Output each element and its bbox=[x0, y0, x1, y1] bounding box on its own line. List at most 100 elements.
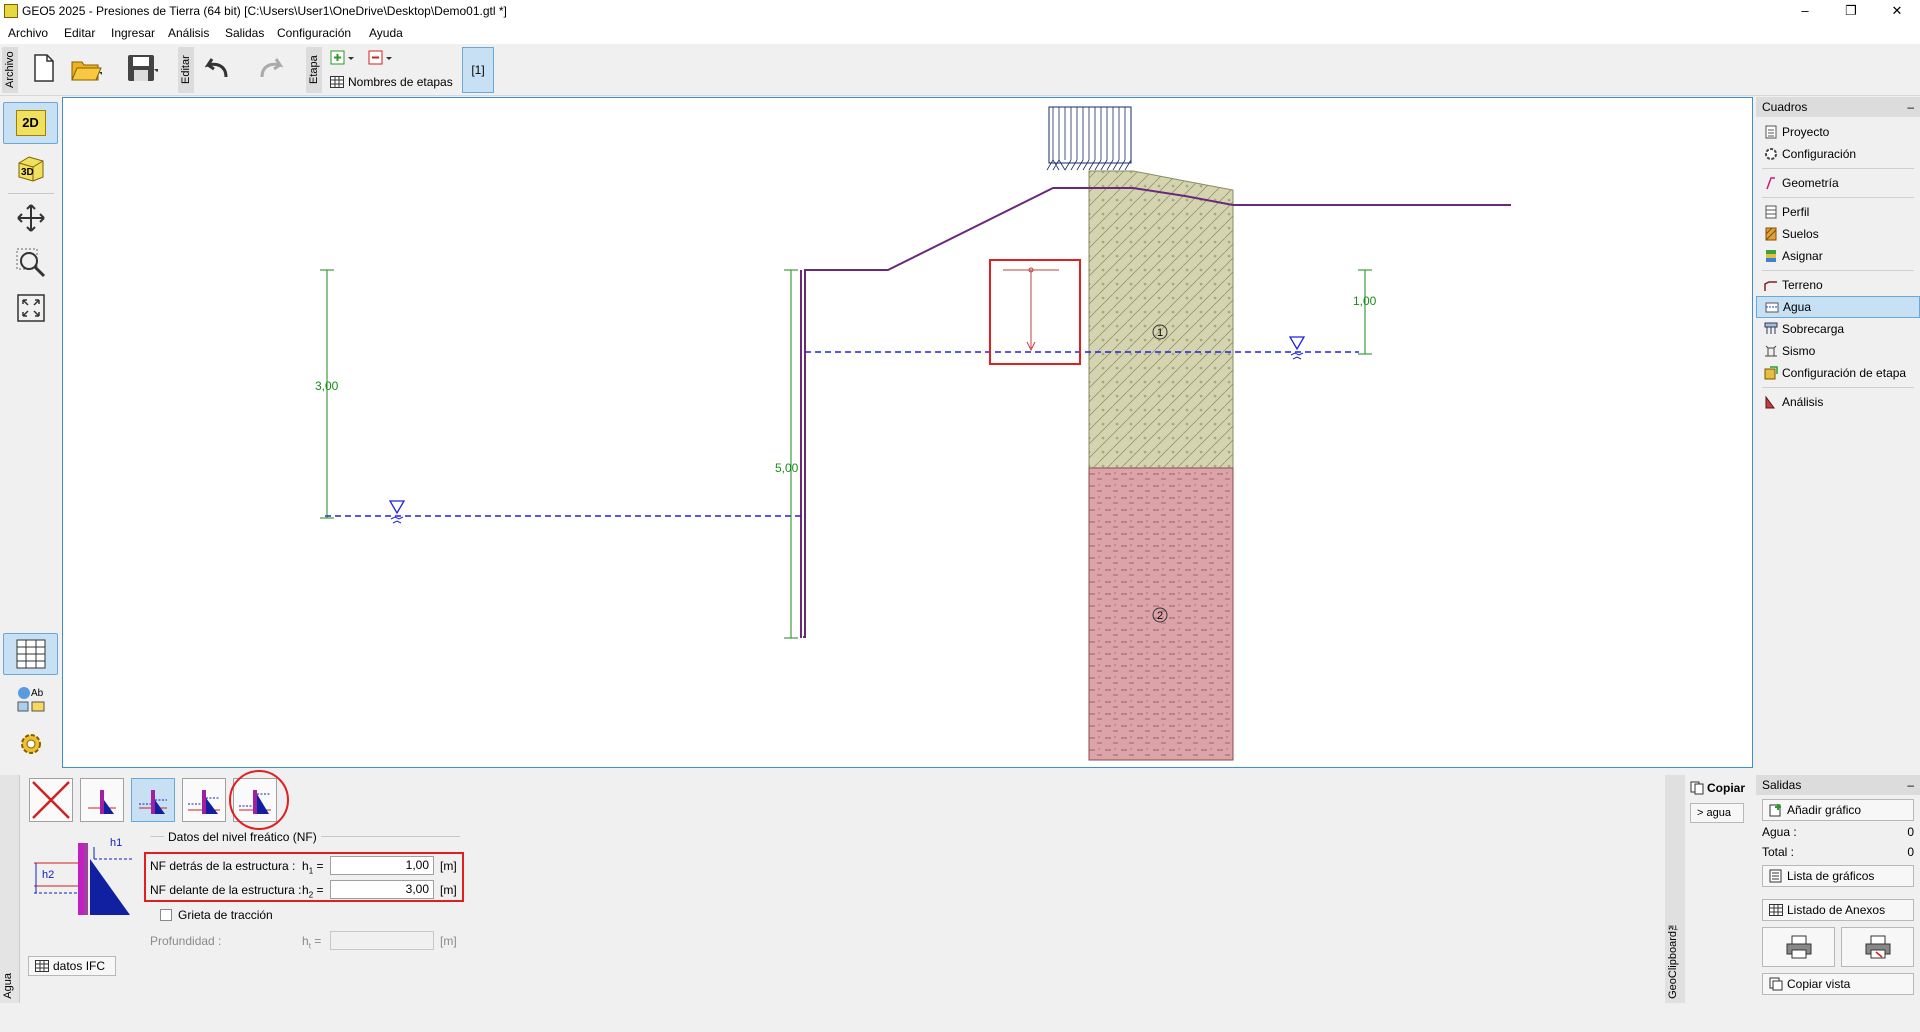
pan-button[interactable] bbox=[3, 197, 58, 239]
nav-analisis[interactable]: Análisis bbox=[1756, 391, 1920, 413]
ifc-data-button[interactable]: datos IFC bbox=[28, 956, 116, 976]
left-toolbar: 2D 3D Ab bbox=[0, 97, 62, 770]
stage-names-button[interactable]: Nombres de etapas bbox=[330, 74, 453, 90]
earthquake-icon bbox=[1764, 344, 1778, 358]
annex-list-button[interactable]: Listado de Anexos bbox=[1762, 899, 1914, 921]
new-file-button[interactable] bbox=[28, 50, 60, 86]
h1-label: NF detrás de la estructura : bbox=[150, 859, 296, 873]
menu-editar[interactable]: Editar bbox=[64, 26, 95, 40]
nav-suelos[interactable]: Suelos bbox=[1756, 223, 1920, 245]
water-type-1-button[interactable] bbox=[80, 778, 124, 822]
drawing-canvas[interactable]: 3,00 5,00 1,00 1 2 bbox=[62, 97, 1753, 768]
copy-button[interactable]: Copiar bbox=[1690, 781, 1745, 795]
frames-collapse-button[interactable]: – bbox=[1907, 97, 1914, 117]
clipboard-agua-button[interactable]: > agua bbox=[1690, 803, 1744, 823]
outputs-total-label: Total : bbox=[1762, 845, 1795, 859]
copy-view-icon bbox=[1769, 977, 1783, 991]
outputs-agua-label: Agua : bbox=[1762, 825, 1797, 839]
nav-label: Asignar bbox=[1782, 249, 1823, 263]
menu-salidas[interactable]: Salidas bbox=[225, 26, 264, 40]
geoclipboard-strip[interactable]: GeoClipboard™ bbox=[1665, 775, 1685, 1003]
h2-unit: [m] bbox=[440, 883, 457, 897]
water-symbol-front bbox=[388, 500, 406, 524]
nav-agua[interactable]: Agua bbox=[1756, 296, 1920, 318]
undo-button[interactable] bbox=[200, 50, 232, 86]
water-type-1-icon bbox=[88, 790, 116, 814]
nav-configuracion[interactable]: Configuración bbox=[1756, 143, 1920, 165]
nav-geometria[interactable]: Geometría bbox=[1756, 172, 1920, 194]
settings-button[interactable] bbox=[3, 723, 58, 765]
h1-input[interactable]: 1,00 bbox=[330, 856, 434, 875]
nav-label: Análisis bbox=[1782, 395, 1824, 409]
remove-stage-button[interactable] bbox=[368, 50, 398, 66]
app-logo-icon bbox=[4, 4, 18, 18]
remove-stage-icon bbox=[368, 50, 392, 65]
copy-view-label: Copiar vista bbox=[1787, 977, 1851, 991]
stage-1-button[interactable]: [1] bbox=[462, 47, 494, 93]
toolbar-group-archivo: Archivo bbox=[2, 47, 18, 93]
water-type-none-button[interactable] bbox=[29, 778, 73, 822]
nav-asignar[interactable]: Asignar bbox=[1756, 245, 1920, 267]
view-2d-button[interactable]: 2D bbox=[3, 102, 58, 144]
water-type-2-button[interactable] bbox=[131, 778, 175, 822]
menu-configuracion[interactable]: Configuración bbox=[277, 26, 351, 40]
water-table-group-title: Datos del nivel freático (NF) bbox=[164, 830, 321, 844]
menu-ingresar[interactable]: Ingresar bbox=[111, 26, 155, 40]
nav-label: Proyecto bbox=[1782, 125, 1830, 139]
restore-button[interactable]: ❐ bbox=[1828, 0, 1874, 22]
nav-label: Configuración bbox=[1782, 147, 1857, 161]
tension-crack-checkbox[interactable] bbox=[160, 909, 172, 921]
nav-terreno[interactable]: Terreno bbox=[1756, 274, 1920, 296]
menu-analisis[interactable]: Análisis bbox=[168, 26, 209, 40]
soils-icon bbox=[1764, 227, 1778, 241]
save-button[interactable] bbox=[126, 50, 158, 86]
analysis-icon bbox=[1764, 395, 1778, 409]
profile-icon bbox=[1764, 205, 1778, 219]
add-graphic-button[interactable]: Añadir gráfico bbox=[1762, 799, 1914, 821]
outputs-panel: Salidas – Añadir gráfico Agua : 0 Total … bbox=[1756, 775, 1920, 1007]
zoom-button[interactable] bbox=[3, 242, 58, 284]
close-button[interactable]: ✕ bbox=[1874, 0, 1920, 22]
fit-view-icon bbox=[16, 294, 45, 322]
nav-perfil[interactable]: Perfil bbox=[1756, 201, 1920, 223]
open-file-button[interactable] bbox=[70, 50, 102, 86]
menu-bar: Archivo Editar Ingresar Análisis Salidas… bbox=[0, 22, 1920, 44]
figure-h2-label: h2 bbox=[42, 869, 55, 881]
graphics-list-button[interactable]: Lista de gráficos bbox=[1762, 865, 1914, 887]
svg-text:3D: 3D bbox=[21, 167, 34, 178]
h2-input[interactable]: 3,00 bbox=[330, 880, 434, 899]
water-type-3-button[interactable] bbox=[182, 778, 226, 822]
nav-sismo[interactable]: Sismo bbox=[1756, 340, 1920, 362]
nav-label: Sobrecarga bbox=[1782, 322, 1845, 336]
add-stage-button[interactable] bbox=[330, 50, 360, 66]
bottom-side-strip: Agua bbox=[0, 775, 20, 1003]
outputs-agua-count: 0 bbox=[1907, 825, 1914, 839]
toolbar-group-etapa: Etapa bbox=[306, 47, 322, 93]
nav-proyecto[interactable]: Proyecto bbox=[1756, 121, 1920, 143]
geometry-icon bbox=[1764, 176, 1778, 190]
ifc-data-label: datos IFC bbox=[53, 959, 106, 973]
input-table-button[interactable] bbox=[3, 633, 58, 675]
view-3d-button[interactable]: 3D bbox=[3, 147, 58, 189]
view-2d-label: 2D bbox=[15, 110, 46, 136]
menu-archivo[interactable]: Archivo bbox=[8, 26, 48, 40]
nav-label: Terreno bbox=[1782, 278, 1823, 292]
outputs-title: Salidas bbox=[1762, 778, 1802, 792]
nav-configuracion-etapa[interactable]: Configuración de etapa bbox=[1756, 362, 1920, 384]
zoom-extents-button[interactable] bbox=[3, 287, 58, 329]
table-icon bbox=[1769, 904, 1783, 916]
print-preview-button[interactable] bbox=[1841, 927, 1914, 967]
copy-view-button[interactable]: Copiar vista bbox=[1762, 973, 1914, 995]
drawing-style-button[interactable]: Ab bbox=[3, 678, 58, 720]
zoom-icon bbox=[16, 248, 45, 278]
copy-icon bbox=[1690, 781, 1704, 795]
minimize-button[interactable]: – bbox=[1782, 0, 1828, 22]
style-icon: Ab bbox=[17, 687, 44, 712]
print-button[interactable] bbox=[1762, 927, 1835, 967]
nav-sobrecarga[interactable]: Sobrecarga bbox=[1756, 318, 1920, 340]
gear-icon bbox=[1764, 147, 1778, 161]
menu-ayuda[interactable]: Ayuda bbox=[369, 26, 403, 40]
redo-button[interactable] bbox=[256, 50, 288, 86]
toolbar-group-editar: Editar bbox=[178, 47, 194, 93]
outputs-collapse-button[interactable]: – bbox=[1907, 775, 1914, 795]
